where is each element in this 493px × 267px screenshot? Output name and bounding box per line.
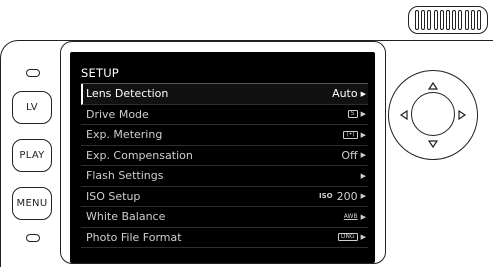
menu-item[interactable]: White Balance AWB ▶ [81, 207, 368, 228]
menu-item[interactable]: Exp. Metering (•) ▶ [81, 125, 368, 146]
menu-item-label: Exp. Metering [86, 128, 163, 142]
metering-center-icon: (•) [343, 130, 358, 139]
indicator-light-icon [26, 234, 40, 242]
menu-item-value: S ▶ [347, 110, 366, 119]
chevron-right-icon: ▶ [360, 130, 366, 139]
menu-item[interactable]: Flash Settings ▶ [81, 166, 368, 187]
menu-item[interactable]: Drive Mode S ▶ [81, 105, 368, 125]
iso-prefix: ISO [319, 192, 333, 201]
menu-item-value-text: Auto [332, 87, 358, 101]
menu-item[interactable]: Lens Detection Auto ▶ [81, 84, 368, 105]
menu-item-value: DNG ▶ [337, 233, 366, 242]
right-arrow-icon [458, 109, 467, 121]
left-arrow-icon [399, 109, 408, 121]
chevron-right-icon: ▶ [360, 192, 366, 201]
menu-item-label: Photo File Format [86, 230, 182, 244]
menu-item-value: Auto ▶ [332, 87, 366, 100]
menu-item-value: ISO 200 ▶ [319, 190, 366, 203]
menu-item[interactable]: Exp. Compensation Off ▶ [81, 146, 368, 166]
menu-item-value-text: 200 [336, 189, 358, 203]
menu-item-value: (•) ▶ [343, 130, 366, 139]
up-arrow-icon [427, 81, 439, 90]
dng-icon: DNG [337, 233, 358, 242]
chevron-right-icon: ▶ [360, 171, 366, 180]
menu-item-value-text: Off [341, 148, 358, 162]
lv-button[interactable]: LV [12, 91, 52, 124]
menu-item-label: Flash Settings [86, 169, 164, 183]
menu-item[interactable]: Photo File Format DNG ▶ [81, 228, 368, 248]
status-led-icon [26, 69, 40, 77]
menu-item-value: AWB ▶ [344, 213, 366, 221]
chevron-right-icon: ▶ [360, 110, 366, 119]
menu-button[interactable]: MENU [12, 187, 52, 220]
drive-single-icon: S [347, 110, 358, 119]
lcd-screen: SETUP Lens Detection Auto ▶ Drive Mode S ▶ Exp… [70, 52, 375, 263]
play-button[interactable]: PLAY [12, 139, 52, 172]
menu-item-label: White Balance [86, 210, 166, 224]
chevron-right-icon: ▶ [360, 212, 366, 221]
chevron-right-icon: ▶ [360, 233, 366, 242]
chevron-right-icon: ▶ [360, 151, 366, 160]
menu-item-label: ISO Setup [86, 189, 141, 203]
menu-item-label: Exp. Compensation [86, 148, 193, 162]
dpad-arrows [399, 81, 467, 149]
setup-menu-list: Lens Detection Auto ▶ Drive Mode S ▶ Exp. Mete… [81, 84, 368, 248]
menu-item-value: ▶ [361, 172, 366, 180]
menu-item-label: Lens Detection [86, 87, 169, 101]
menu-item-label: Drive Mode [86, 107, 149, 121]
menu-item-value: Off ▶ [341, 149, 366, 162]
dial-ridges [415, 10, 481, 30]
menu-item[interactable]: ISO Setup ISO 200 ▶ [81, 187, 368, 207]
command-dial[interactable] [408, 6, 488, 34]
down-arrow-icon [427, 140, 439, 149]
awb-icon: AWB [343, 213, 358, 221]
chevron-right-icon: ▶ [360, 89, 366, 98]
menu-title: SETUP [81, 66, 119, 80]
